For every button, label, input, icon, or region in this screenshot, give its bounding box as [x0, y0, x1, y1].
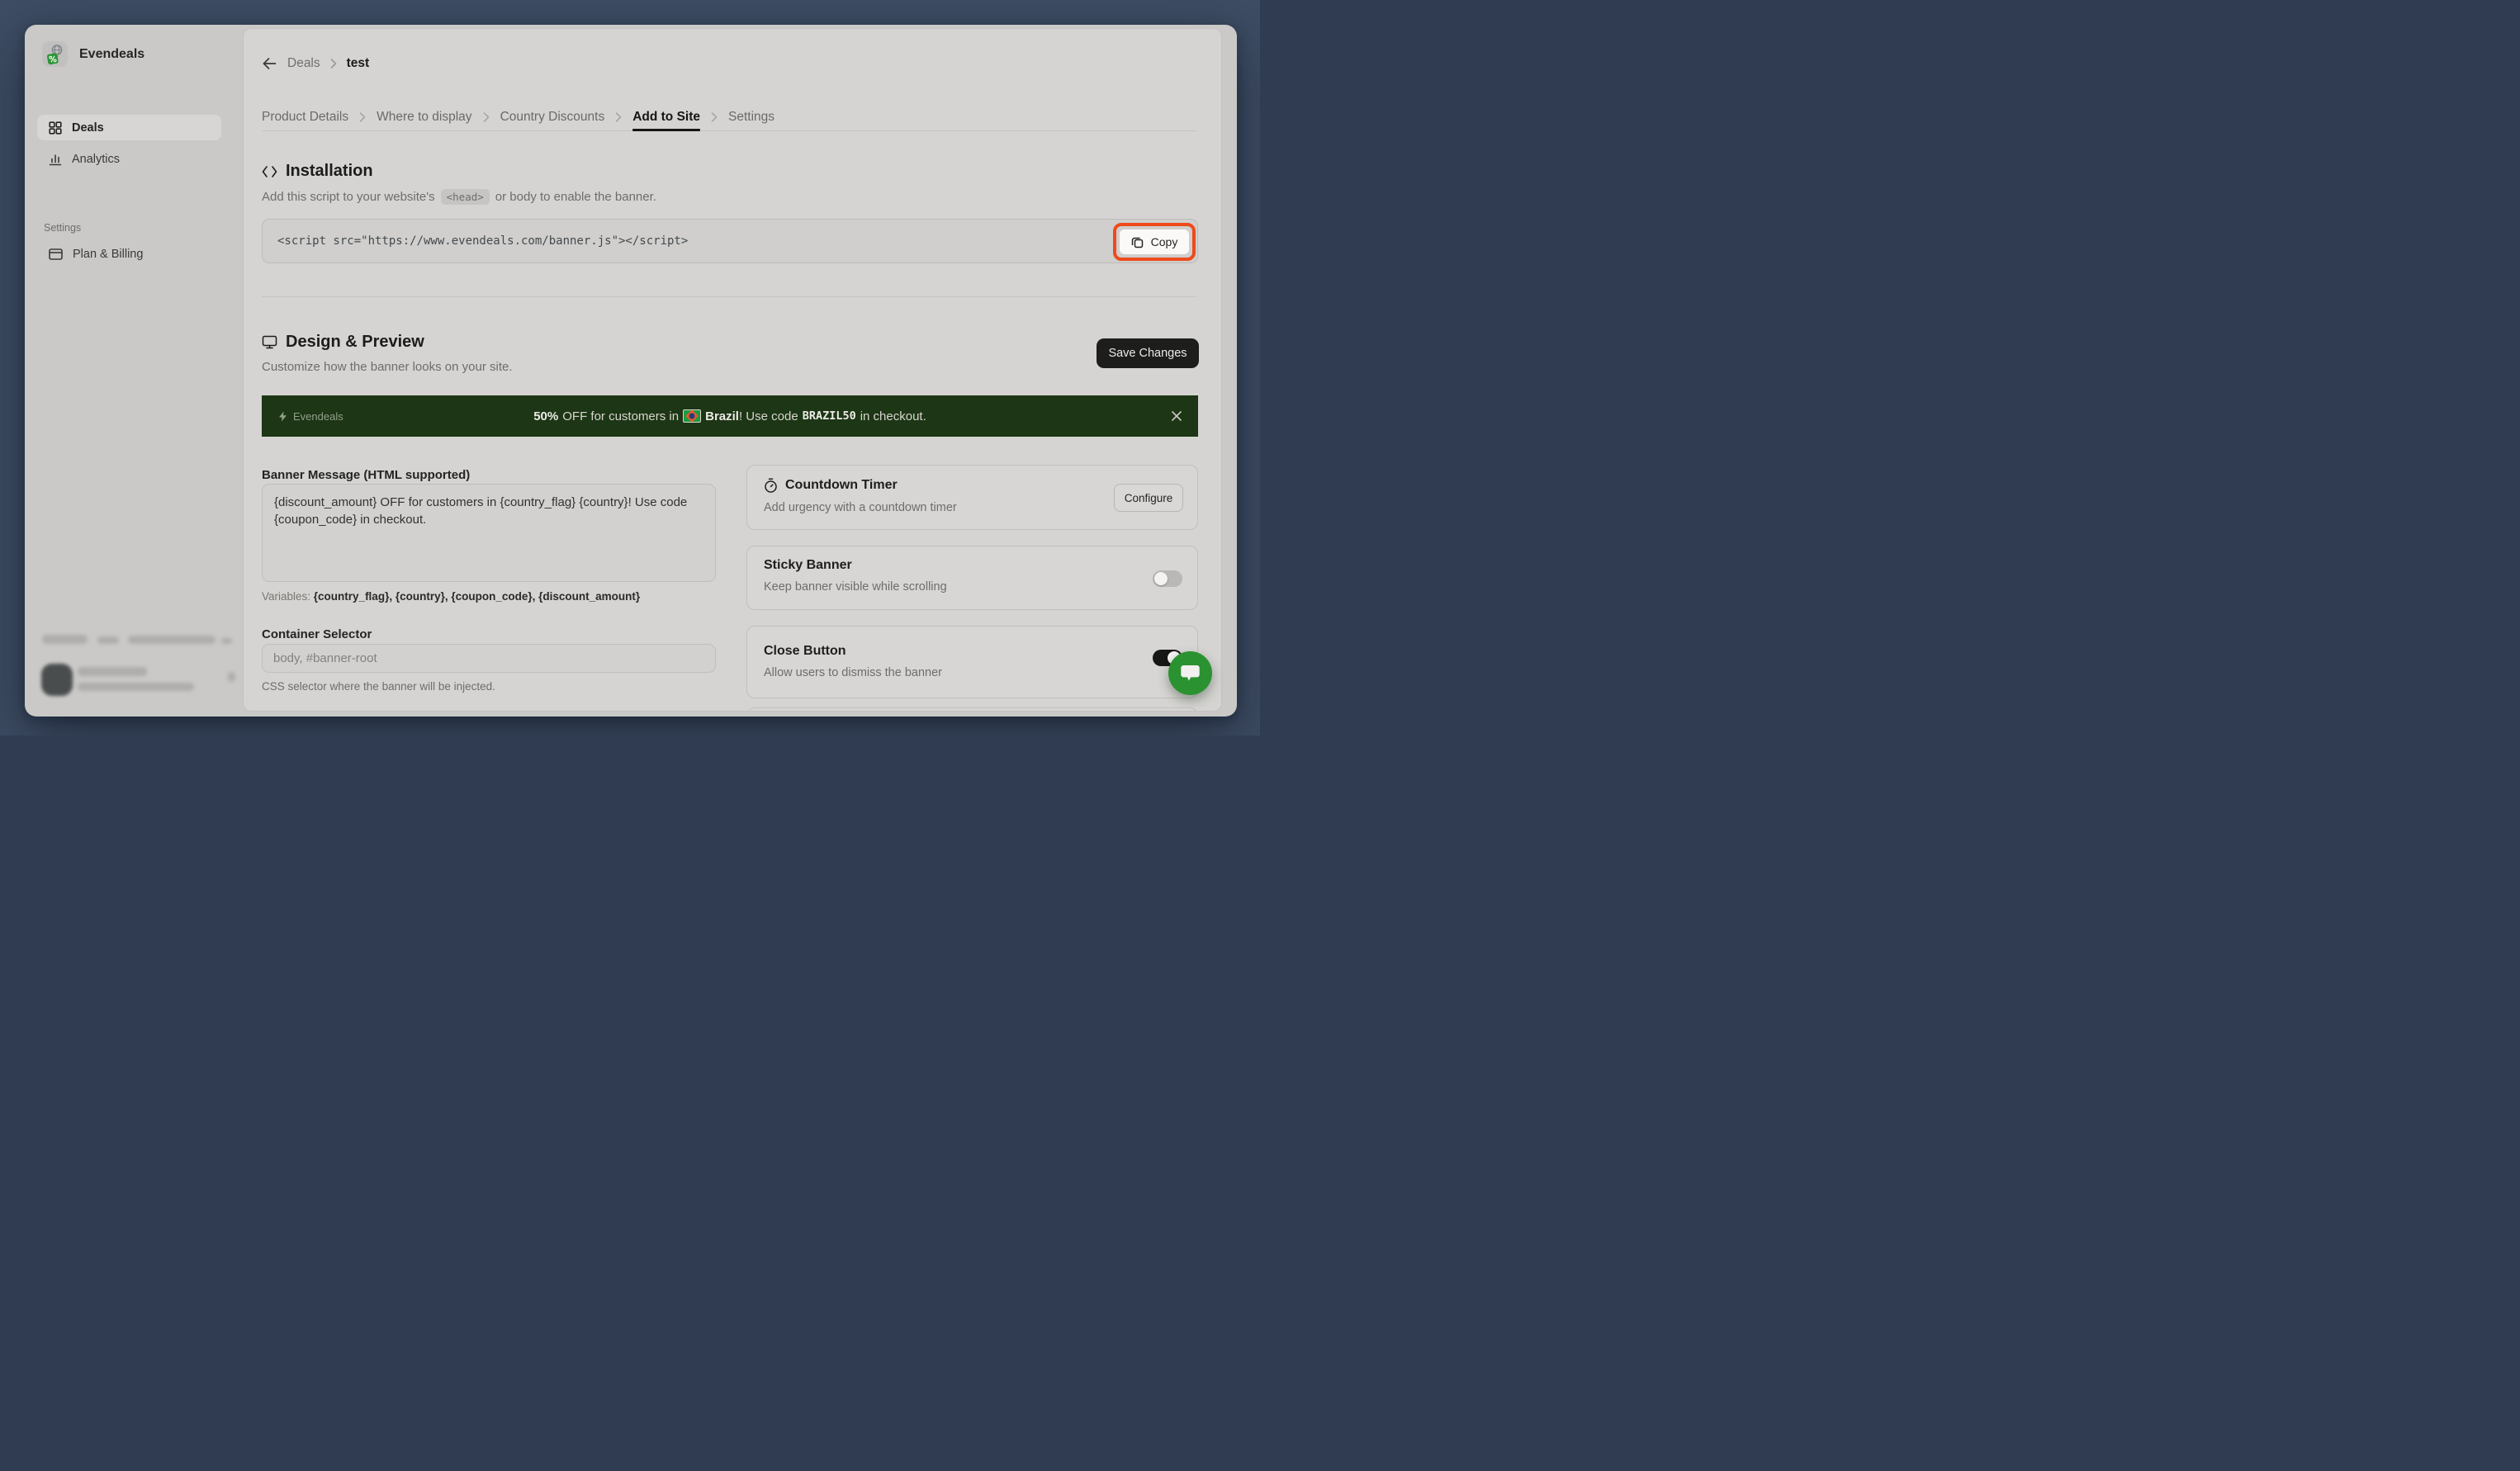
- copy-icon: [1131, 236, 1144, 248]
- breadcrumb-current: test: [347, 56, 370, 71]
- install-script-code: <script src="https://www.evendeals.com/b…: [277, 220, 688, 263]
- chat-launcher-button[interactable]: [1168, 651, 1212, 695]
- chevron-right-icon: [330, 59, 337, 69]
- screen: Evendeals Platform Deals: [0, 0, 1260, 736]
- chevron-right-icon: [615, 103, 622, 130]
- sticky-banner-desc: Keep banner visible while scrolling: [764, 580, 947, 594]
- save-changes-button[interactable]: Save Changes: [1097, 338, 1199, 368]
- container-selector-label: Container Selector: [262, 627, 372, 641]
- brazil-flag-icon: [683, 409, 701, 423]
- sticky-banner-toggle[interactable]: [1153, 570, 1182, 587]
- close-button-title: Close Button: [764, 644, 846, 659]
- monitor-icon: [262, 335, 277, 349]
- install-script-box: <script src="https://www.evendeals.com/b…: [262, 219, 1198, 263]
- countdown-timer-title: Countdown Timer: [764, 478, 898, 493]
- sidebar-item-deals[interactable]: Deals: [37, 115, 221, 140]
- code-icon: [262, 165, 277, 178]
- zap-icon: [278, 411, 287, 422]
- banner-message-label: Banner Message (HTML supported): [262, 468, 470, 482]
- banner-message-textarea[interactable]: {discount_amount} OFF for customers in {…: [262, 484, 716, 582]
- container-selector-input[interactable]: [262, 644, 716, 673]
- app-window: Evendeals Platform Deals: [25, 25, 1237, 717]
- copy-button-highlight: Copy: [1113, 223, 1196, 261]
- tab-where-to-display[interactable]: Where to display: [377, 103, 471, 130]
- banner-preview: Evendeals 50% OFF for customers in Brazi…: [262, 395, 1198, 437]
- tab-settings[interactable]: Settings: [728, 103, 774, 130]
- countdown-timer-desc: Add urgency with a countdown timer: [764, 501, 957, 514]
- countdown-timer-card: Countdown Timer Add urgency with a count…: [746, 465, 1198, 530]
- evendeals-logo-icon: [42, 41, 68, 67]
- banner-brand: Evendeals: [278, 410, 343, 423]
- tab-country-discounts[interactable]: Country Discounts: [500, 103, 605, 130]
- sticky-banner-card: Sticky Banner Keep banner visible while …: [746, 546, 1198, 610]
- back-arrow-icon[interactable]: [262, 57, 277, 70]
- sidebar-item-label: Analytics: [72, 153, 120, 166]
- installation-subtitle: Add this script to your website's <head>…: [262, 189, 656, 205]
- main-panel: Deals test Product Details Where to disp…: [243, 28, 1222, 712]
- banner-message-preview: 50% OFF for customers in Brazil! Use cod…: [533, 409, 926, 423]
- brand: Evendeals: [42, 41, 144, 67]
- bar-chart-icon: [49, 153, 62, 166]
- chevron-right-icon: [359, 103, 366, 130]
- chevron-right-icon: [711, 103, 718, 130]
- configure-button[interactable]: Configure: [1114, 484, 1183, 512]
- variables-hint: Variables: {country_flag}, {country}, {c…: [262, 590, 640, 603]
- chat-bubble-icon: [1179, 663, 1201, 683]
- next-card-partial: [746, 707, 1198, 712]
- copy-button[interactable]: Copy: [1120, 229, 1189, 254]
- container-selector-help: CSS selector where the banner will be in…: [262, 680, 495, 693]
- sidebar-item-plan-billing[interactable]: Plan & Billing: [37, 241, 221, 267]
- sidebar-item-analytics[interactable]: Analytics: [37, 146, 221, 172]
- credit-card-icon: [49, 248, 63, 260]
- design-title: Design & Preview: [286, 333, 424, 352]
- sidebar-item-label: Plan & Billing: [73, 248, 143, 261]
- close-icon: [1171, 410, 1182, 422]
- timer-icon: [764, 478, 778, 493]
- close-button-desc: Allow users to dismiss the banner: [764, 666, 942, 679]
- brand-name: Evendeals: [79, 47, 144, 62]
- tab-product-details[interactable]: Product Details: [262, 103, 348, 130]
- chevron-right-icon: [483, 103, 490, 130]
- sticky-banner-title: Sticky Banner: [764, 558, 852, 573]
- installation-header: Installation: [262, 162, 373, 181]
- avatar: [41, 664, 73, 696]
- breadcrumb: Deals test: [262, 54, 369, 73]
- sidebar: Evendeals Platform Deals: [25, 25, 243, 717]
- design-header: Design & Preview: [262, 333, 424, 352]
- design-subtitle: Customize how the banner looks on your s…: [262, 360, 513, 374]
- sidebar-section-settings: Settings: [44, 222, 81, 234]
- tab-add-to-site[interactable]: Add to Site: [632, 103, 700, 130]
- grid-icon: [49, 121, 62, 135]
- sidebar-item-label: Deals: [72, 121, 104, 135]
- step-tabs: Product Details Where to display Country…: [262, 103, 1196, 131]
- section-divider: [262, 296, 1196, 297]
- installation-title: Installation: [286, 162, 373, 181]
- banner-close-button[interactable]: [1171, 395, 1182, 437]
- head-code-chip: <head>: [441, 189, 490, 205]
- breadcrumb-deals[interactable]: Deals: [287, 56, 320, 71]
- close-button-card: Close Button Allow users to dismiss the …: [746, 626, 1198, 698]
